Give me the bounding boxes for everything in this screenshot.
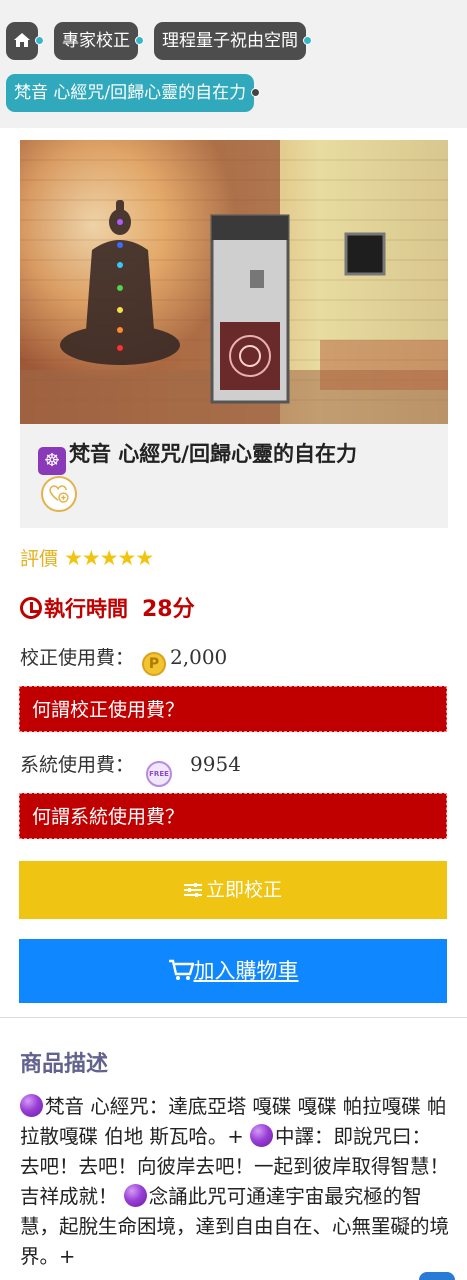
divider: [0, 1017, 467, 1018]
add-to-cart-label: 加入購物車: [193, 959, 299, 983]
floating-chat-tab[interactable]: [419, 1272, 455, 1280]
add-to-cart-button[interactable]: 加入購物車: [19, 939, 447, 1003]
calibration-fee-label: 校正使用費：: [20, 647, 135, 669]
calibration-fee-help[interactable]: 何謂校正使用費？: [19, 686, 447, 732]
home-icon: [14, 33, 30, 47]
product-title: ☸ 梵音 心經咒/回歸心靈的自在力: [38, 438, 357, 475]
breadcrumb-home[interactable]: [6, 22, 44, 60]
coin-icon: P: [142, 652, 167, 676]
product-card: ☸ 梵音 心經咒/回歸心靈的自在力: [20, 140, 448, 528]
calibration-fee-amount: 2,000: [170, 645, 228, 669]
rating-stars: ★★★★★: [64, 546, 154, 570]
breadcrumb-item-space[interactable]: 理程量子祝由空間: [154, 22, 312, 60]
system-fee-amount: 9954: [190, 752, 241, 776]
rating: 評價 ★★★★★: [20, 544, 154, 571]
system-fee-label: 系統使用費：: [20, 754, 135, 776]
breadcrumb-item-current[interactable]: 梵音 心經咒/回歸心靈的自在力: [6, 74, 261, 112]
calibrate-now-button[interactable]: 立即校正: [19, 861, 447, 919]
execution-time-label: 執行時間: [44, 597, 128, 621]
calibration-fee: 校正使用費： P 2,000: [20, 643, 227, 676]
cart-icon: [168, 959, 194, 980]
purple-circle-icon: [123, 1184, 147, 1207]
heart-plus-icon: [49, 485, 69, 503]
breadcrumb-item-expert[interactable]: 專家校正: [54, 22, 144, 60]
favorite-button[interactable]: [41, 476, 77, 512]
purple-circle-icon: [249, 1124, 273, 1147]
free-icon: FREE: [146, 761, 173, 787]
clock-icon: [20, 597, 42, 619]
system-fee-help[interactable]: 何謂系統使用費？: [19, 793, 447, 839]
breadcrumb-label: 專家校正: [62, 31, 130, 51]
calibrate-now-label: 立即校正: [205, 879, 282, 901]
execution-time: 執行時間 28分: [20, 591, 195, 623]
rating-label: 評價: [20, 548, 59, 570]
breadcrumb: 專家校正 理程量子祝由空間 梵音 心經咒/回歸心靈的自在力: [0, 0, 467, 128]
breadcrumb-label: 理程量子祝由空間: [162, 31, 298, 51]
description-heading: 商品描述: [20, 1052, 109, 1077]
execution-time-value: 28分: [142, 597, 195, 622]
description-text: 梵音 心經咒：達底亞塔 嘎碟 嘎碟 帕拉嘎碟 帕拉散嘎碟 伯地 斯瓦哈。+ 中譯…: [20, 1094, 450, 1268]
om-icon: ☸: [38, 447, 66, 475]
sliders-icon: [183, 883, 202, 897]
breadcrumb-label: 梵音 心經咒/回歸心靈的自在力: [14, 83, 247, 103]
purple-circle-icon: [20, 1094, 43, 1117]
system-fee: 系統使用費： FREE 9954: [20, 750, 241, 787]
product-image[interactable]: [20, 140, 448, 424]
